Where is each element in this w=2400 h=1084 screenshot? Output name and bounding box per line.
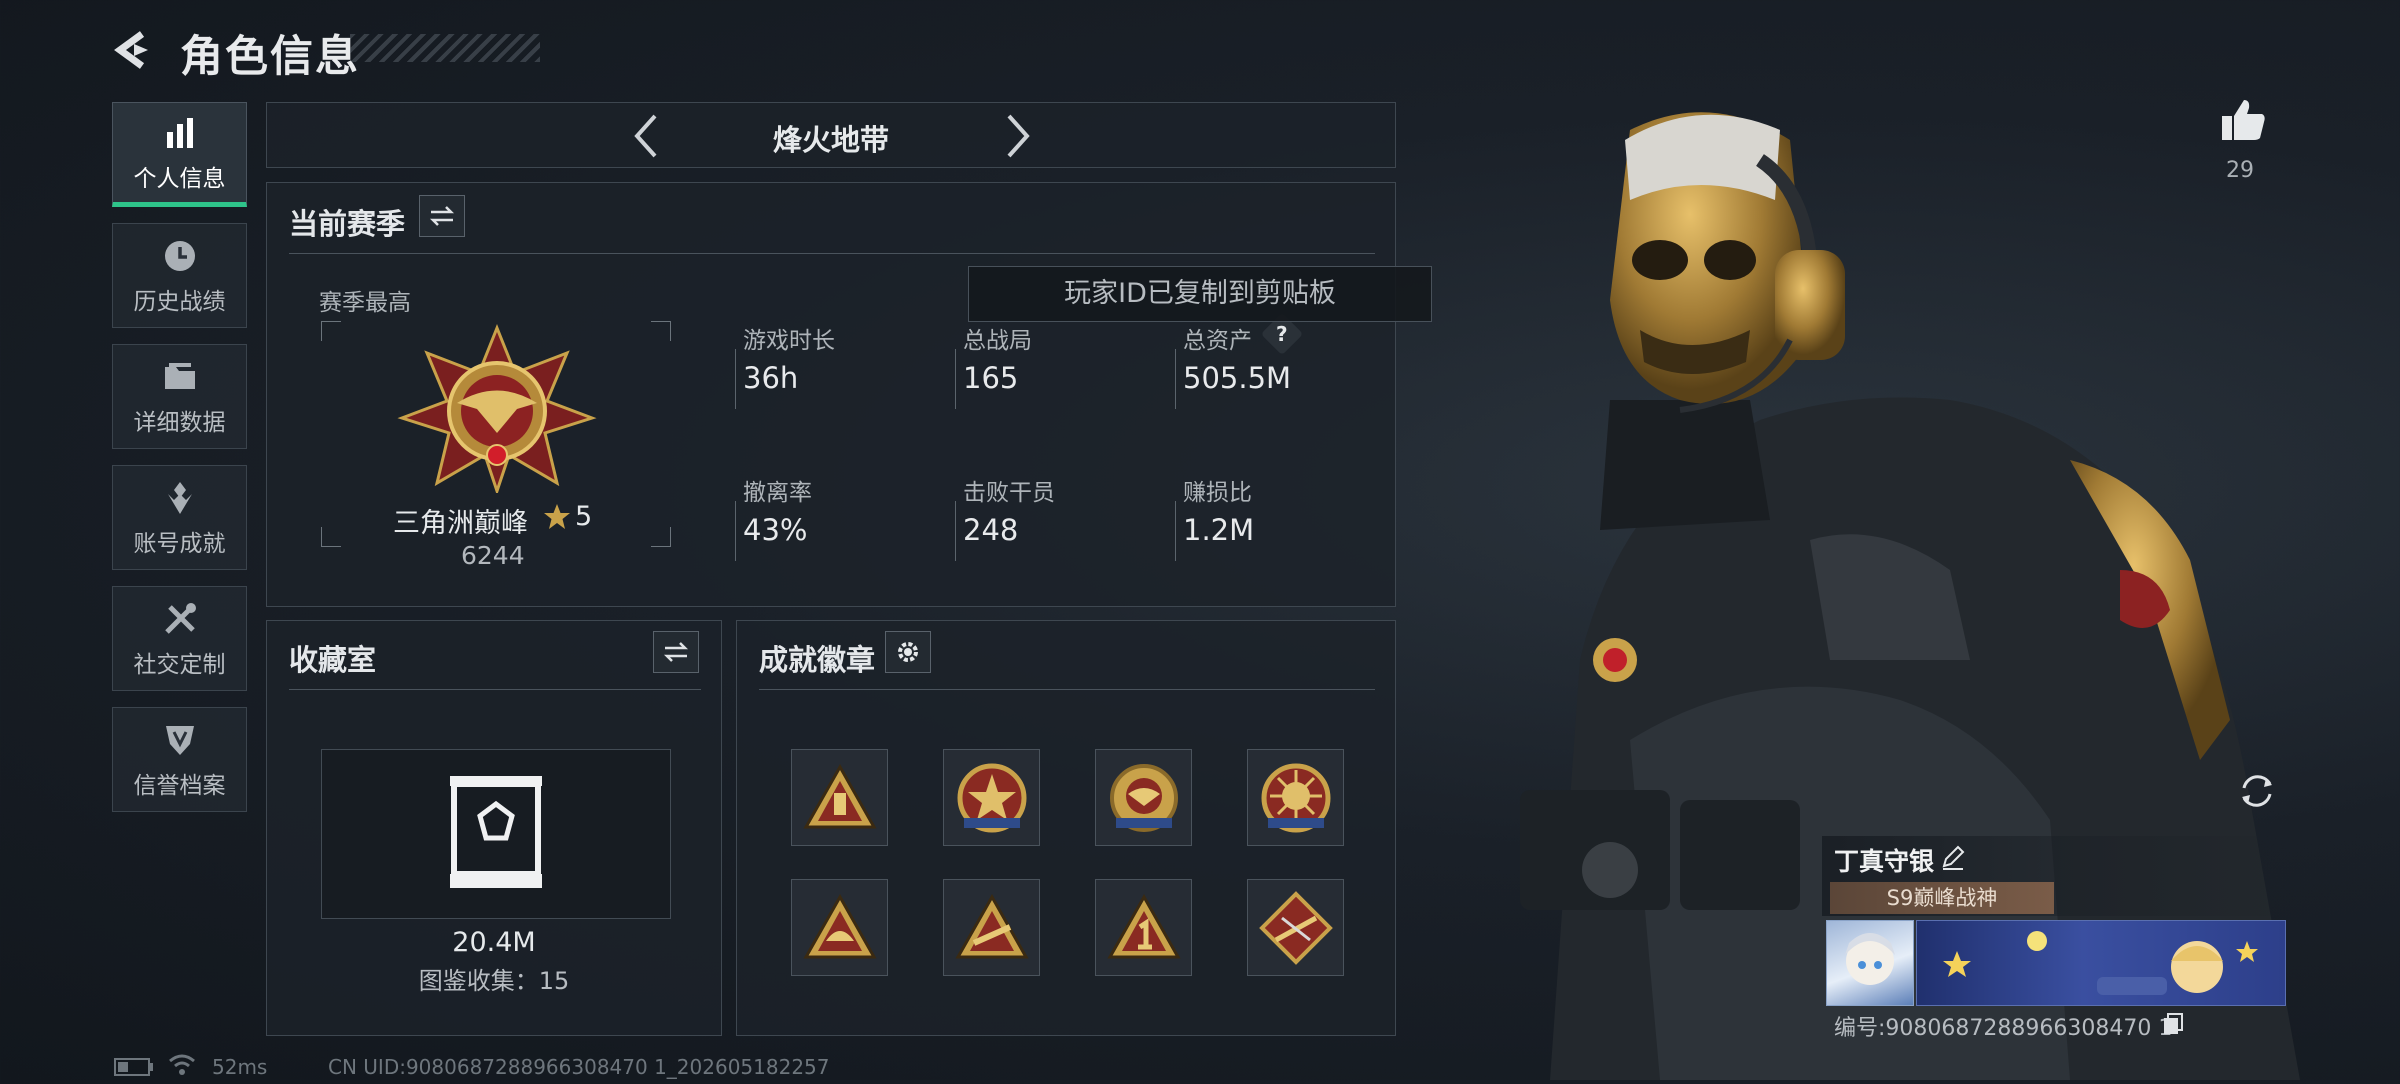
- refresh-icon[interactable]: [2236, 770, 2278, 812]
- sidebar-item-label: 账号成就: [133, 530, 226, 557]
- sidebar-item-social-custom[interactable]: 社交定制: [112, 586, 247, 691]
- achievement-badges-panel: 成就徽章: [736, 620, 1396, 1036]
- triangle-helmet-badge[interactable]: [791, 879, 888, 976]
- stat-value-play-time: 36h: [743, 361, 799, 395]
- mode-selector: 烽火地带: [266, 102, 1396, 168]
- divider: [735, 501, 736, 561]
- divider: [289, 253, 1375, 254]
- swap-collection-button[interactable]: [653, 631, 699, 673]
- copy-toast: 玩家ID已复制到剪贴板: [968, 266, 1432, 322]
- player-title-badge: S9巅峰战神: [1830, 882, 2054, 914]
- achievement-title: 成就徽章: [759, 643, 876, 677]
- swap-icon: [663, 642, 689, 662]
- ping-value: 52ms: [212, 1055, 268, 1079]
- swap-season-button[interactable]: [419, 195, 465, 237]
- collection-value: 20.4M: [452, 927, 536, 958]
- folder-icon: [160, 357, 200, 397]
- collection-count: 图鉴收集：15: [418, 967, 570, 995]
- wifi-icon: [168, 1052, 196, 1080]
- swap-icon: [429, 206, 455, 226]
- round-sun-badge[interactable]: [1247, 749, 1344, 846]
- collection-panel: 收藏室 20.4M 图鉴收集：15: [266, 620, 722, 1036]
- avatar[interactable]: [1826, 920, 1914, 1006]
- divider: [735, 349, 736, 409]
- mode-title: 烽火地带: [772, 123, 889, 157]
- shield-icon: [160, 720, 200, 760]
- tools-icon: [160, 599, 200, 639]
- page-title: 角色信息: [180, 32, 360, 82]
- triangle-bottle-badge[interactable]: [791, 749, 888, 846]
- player-id-text: 编号:9080687288966308470 1: [1834, 1016, 2173, 1041]
- player-name: 丁真守银: [1834, 847, 1935, 876]
- season-panel: 当前赛季 赛季最高 三角洲巅峰 5 6244 游戏时长 36h 总战局 165 …: [266, 182, 1396, 607]
- gear-icon: [898, 642, 918, 662]
- sidebar-item-detailed-data[interactable]: 详细数据: [112, 344, 247, 449]
- clock-icon: [160, 236, 200, 276]
- back-arrow-icon[interactable]: [112, 28, 156, 72]
- star-icon: [543, 503, 571, 535]
- triangle-weapon-badge[interactable]: [943, 879, 1040, 976]
- season-title: 当前赛季: [289, 207, 406, 241]
- sidebar-item-history[interactable]: 历史战绩: [112, 223, 247, 328]
- like-count: 29: [2226, 158, 2254, 183]
- edit-name-icon[interactable]: [1940, 844, 1966, 874]
- rank-name: 三角洲巅峰: [393, 508, 528, 539]
- rank-points: 6244: [461, 541, 525, 570]
- next-mode-arrow-icon[interactable]: [997, 111, 1037, 161]
- divider: [955, 501, 956, 561]
- battery-icon: [114, 1058, 154, 1080]
- title-decoration: [350, 34, 540, 62]
- divider: [1175, 349, 1176, 409]
- stat-value-total-matches: 165: [963, 361, 1019, 395]
- stat-value-kills: 248: [963, 513, 1019, 547]
- stat-label-profit-ratio: 赚损比: [1183, 480, 1252, 506]
- sidebar-item-label: 详细数据: [133, 409, 226, 436]
- diamond-rifle-badge[interactable]: [1247, 879, 1344, 976]
- stat-label-total-matches: 总战局: [963, 328, 1032, 354]
- badge-settings-button[interactable]: [885, 631, 931, 673]
- divider: [289, 689, 701, 690]
- stat-label-play-time: 游戏时长: [743, 328, 835, 354]
- sidebar-item-reputation[interactable]: 信誉档案: [112, 707, 247, 812]
- collection-preview[interactable]: [321, 749, 671, 919]
- stat-label-extraction-rate: 撤离率: [743, 480, 812, 506]
- sidebar-item-label: 个人信息: [133, 165, 226, 192]
- sidebar-item-label: 社交定制: [133, 651, 226, 678]
- divider: [1175, 501, 1176, 561]
- round-star-badge[interactable]: [943, 749, 1040, 846]
- stat-label-kills: 击败干员: [963, 480, 1055, 506]
- sidebar-item-achievements[interactable]: 账号成就: [112, 465, 247, 570]
- stat-value-extraction-rate: 43%: [743, 513, 808, 547]
- stat-label-total-assets: 总资产: [1183, 328, 1252, 354]
- uid-text: CN UID:9080687288966308470 1_20260518225…: [328, 1055, 830, 1079]
- bar-chart-icon: [160, 113, 200, 153]
- stat-value-profit-ratio: 1.2M: [1183, 513, 1255, 547]
- triangle-number-one-badge[interactable]: [1095, 879, 1192, 976]
- display-case-icon: [450, 776, 542, 888]
- achievement-icon: [160, 478, 200, 518]
- copy-icon[interactable]: [2162, 1012, 2184, 1040]
- sidebar-nav: 个人信息 历史战绩 详细数据 账号成就 社交定制 信誉档案: [112, 102, 249, 828]
- collection-title: 收藏室: [289, 643, 377, 677]
- divider: [955, 349, 956, 409]
- profile-banner[interactable]: [1916, 920, 2286, 1006]
- divider: [759, 689, 1375, 690]
- sidebar-item-personal-info[interactable]: 个人信息: [112, 102, 247, 207]
- sidebar-item-label: 信誉档案: [133, 772, 226, 799]
- sidebar-item-label: 历史战绩: [133, 288, 226, 315]
- rank-emblem-icon: [397, 323, 597, 497]
- stat-value-total-assets: 505.5M: [1183, 361, 1292, 395]
- season-best-label: 赛季最高: [319, 290, 411, 316]
- round-eagle-badge[interactable]: [1095, 749, 1192, 846]
- thumbs-up-icon[interactable]: [2220, 96, 2268, 144]
- rank-stars: 5: [575, 501, 593, 532]
